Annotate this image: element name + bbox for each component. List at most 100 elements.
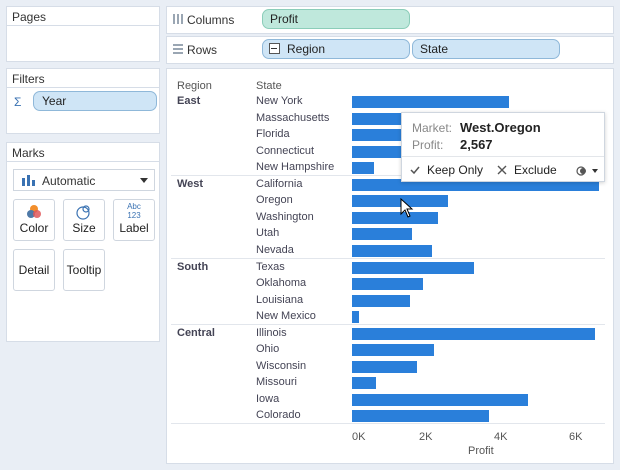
rows-shelf: Rows Region State xyxy=(166,36,614,64)
filter-pill-label: Year xyxy=(42,94,67,108)
region-label-west: West xyxy=(177,178,204,190)
state-label: Utah xyxy=(256,227,280,239)
tooltip-market-value: West.Oregon xyxy=(460,120,541,135)
profit-bar[interactable] xyxy=(352,328,595,340)
profit-bar[interactable] xyxy=(352,410,489,422)
profit-bar[interactable] xyxy=(352,212,438,224)
columns-shelf-label: Columns xyxy=(187,13,235,27)
minus-icon-line xyxy=(271,48,277,49)
keep-only-label: Keep Only xyxy=(427,163,484,177)
profit-bar[interactable] xyxy=(352,295,410,307)
keep-only-button[interactable]: Keep Only xyxy=(410,162,492,178)
more-actions-button[interactable] xyxy=(576,165,600,177)
filter-pill-year[interactable]: Year xyxy=(33,91,157,111)
columns-pill-profit[interactable]: Profit xyxy=(262,9,410,29)
exclude-label: Exclude xyxy=(514,163,557,177)
state-label: Texas xyxy=(256,261,285,273)
size-label: Size xyxy=(72,221,96,235)
profit-bar[interactable] xyxy=(352,361,417,373)
x-tick-label: 6K xyxy=(569,431,583,443)
x-tick-label: 2K xyxy=(419,431,433,443)
state-label: Washington xyxy=(256,211,314,223)
detail-button[interactable]: Detail xyxy=(13,249,55,291)
marks-panel: Marks Automatic Color Size Abc 123 Label xyxy=(6,142,160,342)
tooltip-button[interactable]: Tooltip xyxy=(63,249,105,291)
marks-title: Marks xyxy=(12,146,45,160)
region-separator xyxy=(171,258,605,259)
rows-pill-region-label: Region xyxy=(287,42,326,56)
profit-bar[interactable] xyxy=(352,377,376,389)
state-label: Louisiana xyxy=(256,294,304,306)
mark-type-select[interactable]: Automatic xyxy=(13,169,155,191)
state-label: New Mexico xyxy=(256,310,316,322)
marks-divider xyxy=(7,161,159,162)
region-label-south: South xyxy=(177,261,209,273)
profit-bar[interactable] xyxy=(352,96,509,108)
sigma-icon: Σ xyxy=(14,95,22,109)
x-axis-title: Profit xyxy=(468,445,494,457)
pages-panel: Pages xyxy=(6,6,160,62)
filters-title: Filters xyxy=(12,72,45,86)
region-separator xyxy=(171,324,605,325)
state-label: Florida xyxy=(256,128,290,140)
state-label: Oregon xyxy=(256,194,293,206)
profit-bar[interactable] xyxy=(352,146,408,158)
chevron-down-icon xyxy=(140,178,148,183)
columns-pill-label: Profit xyxy=(270,12,299,26)
exclude-button[interactable]: Exclude xyxy=(497,162,559,178)
filters-panel: Filters Σ Year xyxy=(6,68,160,134)
state-label: Nevada xyxy=(256,244,294,256)
state-label: California xyxy=(256,178,303,190)
rows-icon xyxy=(173,44,183,54)
profit-bar[interactable] xyxy=(352,311,359,323)
mark-type-value: Automatic xyxy=(42,174,96,188)
profit-bar[interactable] xyxy=(352,245,432,257)
rows-pill-region[interactable]: Region xyxy=(262,39,410,59)
tooltip-label: Tooltip xyxy=(66,263,102,277)
chevron-down-icon xyxy=(592,169,598,173)
cursor-icon xyxy=(400,198,414,218)
color-icon xyxy=(27,205,41,218)
columns-shelf: Columns Profit xyxy=(166,6,614,34)
profit-bar[interactable] xyxy=(352,162,374,174)
profit-bar[interactable] xyxy=(352,228,412,240)
bar-chart-icon xyxy=(22,175,35,186)
profit-bar[interactable] xyxy=(352,344,434,356)
check-icon xyxy=(410,166,420,175)
state-label: Iowa xyxy=(256,393,280,405)
label-icon-bottom: 123 xyxy=(127,211,141,220)
state-label: New Hampshire xyxy=(256,161,335,173)
profit-bar[interactable] xyxy=(352,278,423,290)
state-label: Illinois xyxy=(256,327,287,339)
profit-bar[interactable] xyxy=(352,394,528,406)
rows-shelf-label: Rows xyxy=(187,43,218,57)
state-label: Oklahoma xyxy=(256,277,307,289)
columns-icon xyxy=(173,14,183,24)
profit-bar[interactable] xyxy=(352,262,474,274)
x-tick-label: 4K xyxy=(494,431,508,443)
region-label-central: Central xyxy=(177,327,215,339)
rows-pill-state-label: State xyxy=(420,42,449,56)
size-button[interactable]: Size xyxy=(63,199,105,241)
pages-title: Pages xyxy=(12,10,47,24)
state-label: Massachusetts xyxy=(256,112,330,124)
tooltip-market-label: Market: xyxy=(412,121,453,135)
header-state: State xyxy=(256,80,282,92)
label-label: Label xyxy=(119,221,149,235)
pages-divider xyxy=(7,25,159,26)
state-label: Missouri xyxy=(256,376,297,388)
state-label: Connecticut xyxy=(256,145,315,157)
tooltip-profit-label: Profit: xyxy=(412,138,444,152)
region-label-east: East xyxy=(177,95,201,107)
group-icon xyxy=(576,166,586,176)
filters-divider xyxy=(7,87,159,88)
label-icon-top: Abc xyxy=(127,202,141,211)
detail-label: Detail xyxy=(18,263,50,277)
state-label: New York xyxy=(256,95,303,107)
color-button[interactable]: Color xyxy=(13,199,55,241)
x-tick-label: 0K xyxy=(352,431,366,443)
rows-pill-state[interactable]: State xyxy=(412,39,560,59)
bar-tooltip: Market: West.Oregon Profit: 2,567 Keep O… xyxy=(401,112,605,182)
header-region: Region xyxy=(177,80,212,92)
label-button[interactable]: Abc 123 Label xyxy=(113,199,155,241)
